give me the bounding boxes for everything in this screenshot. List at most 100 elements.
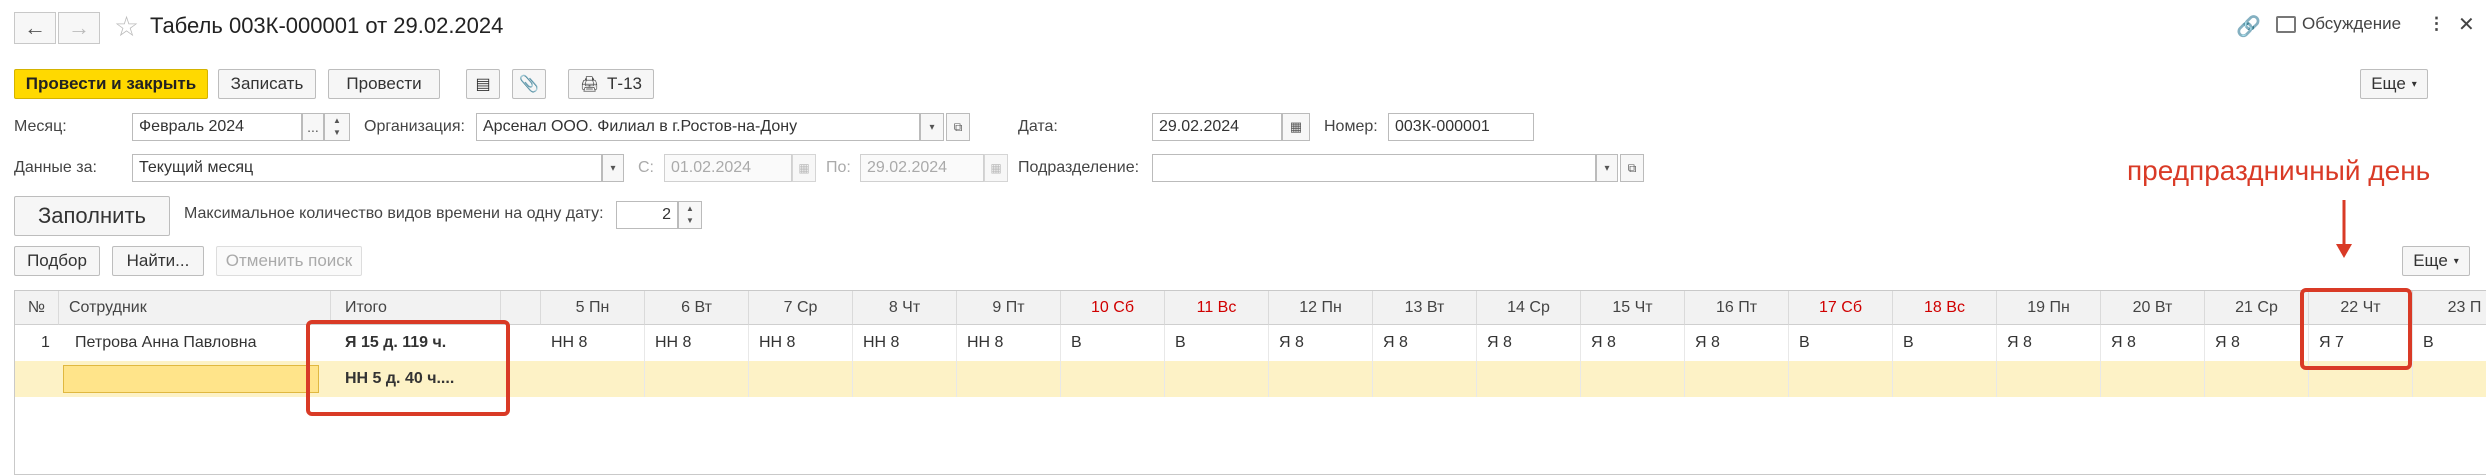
month-stepper[interactable]: ▲ ▼ xyxy=(324,113,350,141)
column-header-day[interactable]: 16 Пт xyxy=(1685,291,1789,325)
data-for-field[interactable]: Текущий месяц xyxy=(132,154,602,182)
stepper-up-icon: ▲ xyxy=(686,204,694,213)
day-cell[interactable]: НН 8 xyxy=(541,325,645,361)
day-cell[interactable]: Я 8 xyxy=(2101,325,2205,361)
column-header-day[interactable]: 11 Вс xyxy=(1165,291,1269,325)
stepper-down-icon: ▼ xyxy=(686,216,694,225)
column-header-day[interactable]: 17 Сб xyxy=(1789,291,1893,325)
column-header-day[interactable]: 12 Пн xyxy=(1269,291,1373,325)
date-calendar-button[interactable]: ▦ xyxy=(1282,113,1310,141)
column-header-day[interactable]: 21 Ср xyxy=(2205,291,2309,325)
row-number[interactable]: 1 xyxy=(33,325,50,361)
day-cell[interactable]: В xyxy=(2413,325,2486,361)
kebab-menu-icon[interactable]: ⋮ xyxy=(2428,14,2445,34)
column-header-day[interactable]: 15 Чт xyxy=(1581,291,1685,325)
table-more-button[interactable]: Еще ▾ xyxy=(2402,246,2470,276)
to-date-field: 29.02.2024 xyxy=(860,154,984,182)
data-for-label: Данные за: xyxy=(14,159,97,176)
month-select-button[interactable]: ... xyxy=(302,113,324,141)
organization-dropdown-button[interactable]: ▾ xyxy=(920,113,944,141)
column-header-day[interactable]: 14 Ср xyxy=(1477,291,1581,325)
organization-field[interactable]: Арсенал ООО. Филиал в г.Ростов-на-Дону xyxy=(476,113,920,141)
to-label: По: xyxy=(826,159,851,176)
caret-down-icon: ▾ xyxy=(929,121,935,133)
forward-button[interactable]: → xyxy=(58,12,100,44)
department-open-button[interactable]: ⧉ xyxy=(1620,154,1644,182)
from-label: С: xyxy=(638,159,654,176)
column-header-day[interactable]: 13 Вт xyxy=(1373,291,1477,325)
max-time-types-label: Максимальное количество видов времени на… xyxy=(184,205,604,222)
discussion-label: Обсуждение xyxy=(2302,14,2402,33)
select-button[interactable]: Подбор xyxy=(14,246,100,276)
more-button[interactable]: Еще ▾ xyxy=(2360,69,2428,99)
to-calendar-button: ▦ xyxy=(984,154,1008,182)
date-field[interactable]: 29.02.2024 xyxy=(1152,113,1282,141)
column-header-day[interactable]: 23 П xyxy=(2413,291,2486,325)
day-cell[interactable]: Я 8 xyxy=(1685,325,1789,361)
column-header-day[interactable]: 7 Ср xyxy=(749,291,853,325)
day-cell[interactable]: НН 8 xyxy=(957,325,1061,361)
day-cell[interactable]: НН 8 xyxy=(853,325,957,361)
column-header-day[interactable]: 18 Вс xyxy=(1893,291,1997,325)
find-button[interactable]: Найти... xyxy=(112,246,204,276)
day-cell[interactable]: НН 8 xyxy=(645,325,749,361)
day-cell[interactable]: В xyxy=(1165,325,1269,361)
day-cell[interactable]: Я 8 xyxy=(2205,325,2309,361)
close-icon[interactable]: ✕ xyxy=(2458,12,2475,37)
employee-cell[interactable]: Петрова Анна Павловна xyxy=(67,325,257,361)
fill-button[interactable]: Заполнить xyxy=(14,196,170,236)
arrow-right-icon: → xyxy=(68,15,90,40)
print-t13-label: Т-13 xyxy=(607,74,642,93)
post-and-close-button[interactable]: Провести и закрыть xyxy=(14,69,208,99)
column-header-day[interactable]: 6 Вт xyxy=(645,291,749,325)
column-header-day[interactable]: 9 Пт xyxy=(957,291,1061,325)
column-header-day[interactable]: 20 Вт xyxy=(2101,291,2205,325)
department-label: Подразделение: xyxy=(1018,159,1140,176)
department-field[interactable] xyxy=(1152,154,1596,182)
table-more-label: Еще xyxy=(2413,251,2448,270)
organization-open-button[interactable]: ⧉ xyxy=(946,113,970,141)
data-for-dropdown-button[interactable]: ▾ xyxy=(602,154,624,182)
arrow-left-icon: ← xyxy=(24,15,46,40)
back-button[interactable]: ← xyxy=(14,12,56,44)
column-header-day[interactable]: 8 Чт xyxy=(853,291,957,325)
caret-down-icon: ▾ xyxy=(610,162,616,174)
paperclip-icon: 📎 xyxy=(519,76,539,93)
day-cell[interactable]: В xyxy=(1789,325,1893,361)
annotation-arrow xyxy=(2336,200,2352,258)
month-field[interactable]: Февраль 2024 xyxy=(132,113,302,141)
day-cell[interactable]: Я 8 xyxy=(1581,325,1685,361)
day-cell[interactable]: Я 8 xyxy=(1373,325,1477,361)
number-field[interactable]: 003К-000001 xyxy=(1388,113,1534,141)
employee-input-empty[interactable] xyxy=(63,365,319,393)
stepper-down-icon: ▼ xyxy=(333,128,341,137)
column-header-num[interactable]: № xyxy=(15,291,59,325)
column-header-day[interactable]: 10 Сб xyxy=(1061,291,1165,325)
calendar-icon: ▦ xyxy=(1289,119,1303,134)
report-button[interactable]: ▤ xyxy=(466,69,500,99)
day-cell[interactable]: НН 8 xyxy=(749,325,853,361)
day-cell[interactable]: Я 8 xyxy=(1477,325,1581,361)
open-link-icon: ⧉ xyxy=(953,119,963,134)
link-icon[interactable]: 🔗 xyxy=(2236,14,2261,39)
cancel-search-button: Отменить поиск xyxy=(216,246,362,276)
chat-icon xyxy=(2276,15,2296,33)
column-header-day[interactable]: 19 Пн xyxy=(1997,291,2101,325)
day-cell[interactable]: Я 8 xyxy=(1269,325,1373,361)
save-button[interactable]: Записать xyxy=(218,69,316,99)
post-button[interactable]: Провести xyxy=(328,69,440,99)
favorite-star-icon[interactable]: ☆ xyxy=(114,10,139,43)
day-cell[interactable]: В xyxy=(1061,325,1165,361)
print-t13-button[interactable]: 🖨 Т-13 xyxy=(568,69,654,99)
department-dropdown-button[interactable]: ▾ xyxy=(1596,154,1618,182)
max-time-types-stepper[interactable]: ▲ ▼ xyxy=(678,201,702,229)
attach-button[interactable]: 📎 xyxy=(512,69,546,99)
column-header-employee[interactable]: Сотрудник xyxy=(59,291,331,325)
discussion-button[interactable]: Обсуждение xyxy=(2276,14,2401,34)
max-time-types-field[interactable]: 2 xyxy=(616,201,678,229)
day-cell[interactable]: Я 8 xyxy=(1997,325,2101,361)
column-header-day[interactable]: 5 Пн xyxy=(541,291,645,325)
day-cell[interactable]: В xyxy=(1893,325,1997,361)
page-title: Табель 003К-000001 от 29.02.2024 xyxy=(150,13,504,38)
calendar-icon: ▦ xyxy=(990,161,1002,175)
